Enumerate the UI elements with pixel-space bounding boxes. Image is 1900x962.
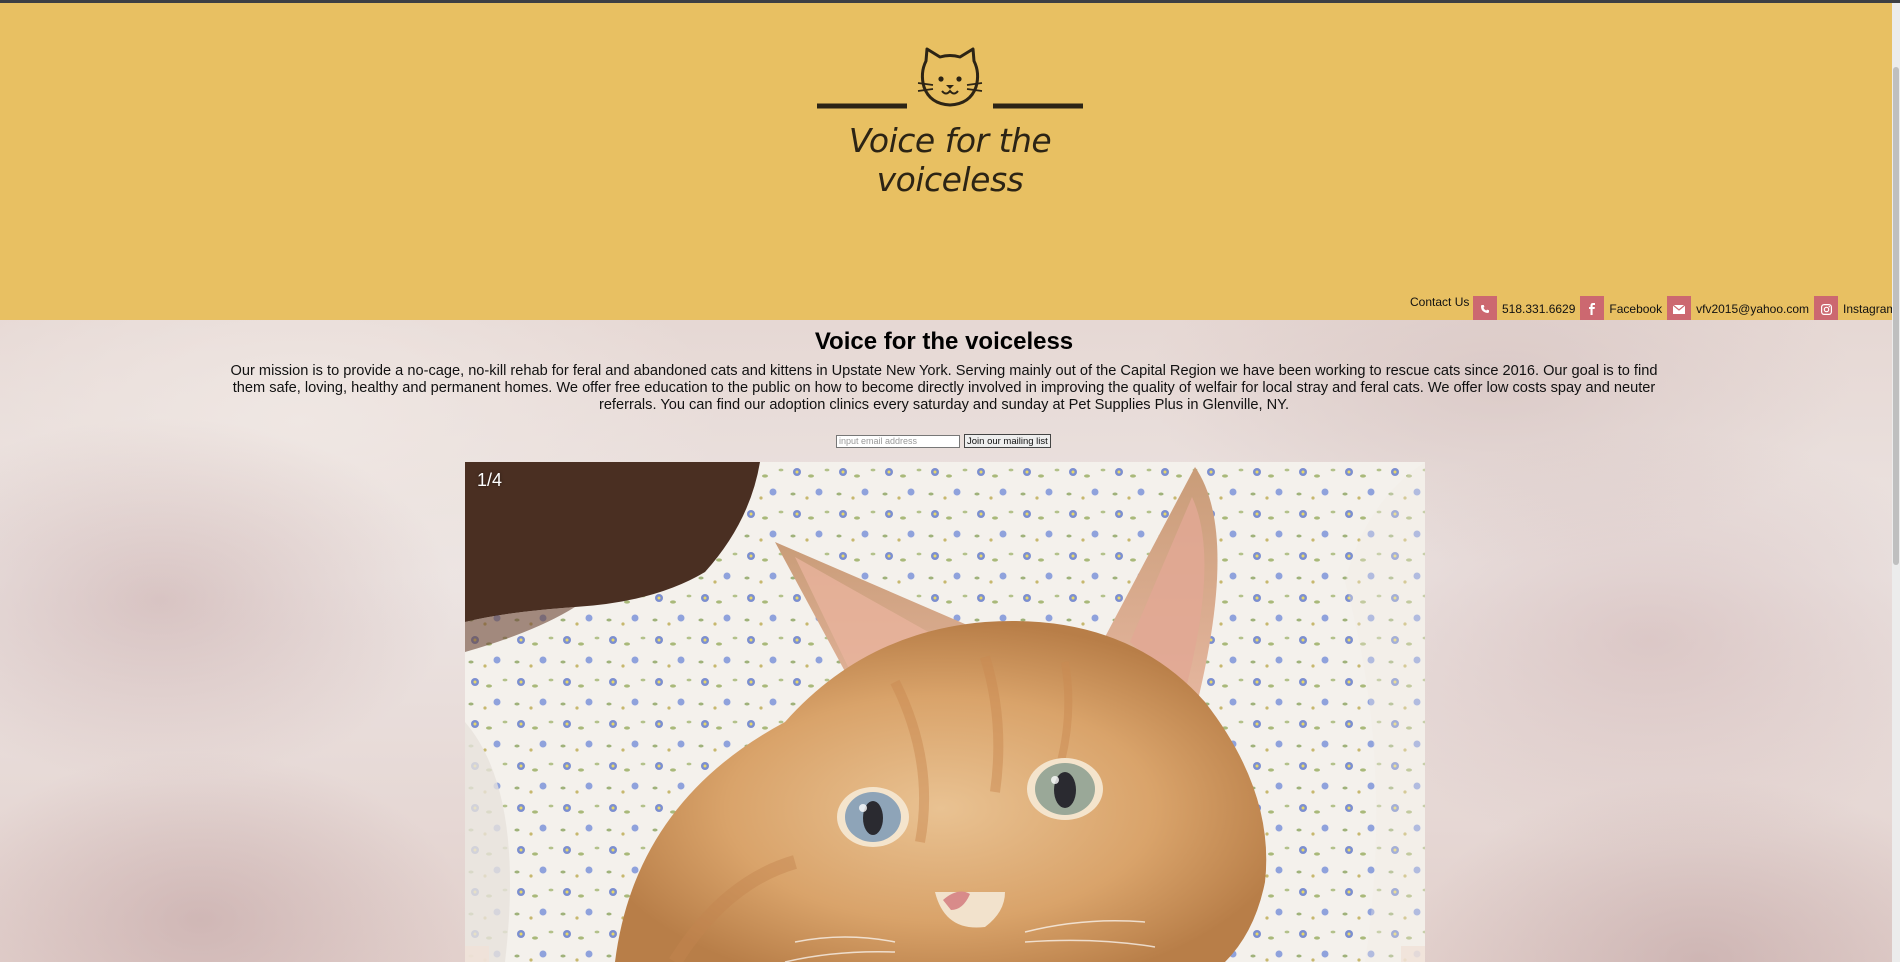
- logo-text: Voice for the voiceless: [848, 121, 1052, 199]
- cat-logo-icon: [817, 47, 1083, 109]
- contact-us-label: Contact Us: [1410, 295, 1470, 309]
- scrollbar-thumb[interactable]: [1893, 67, 1899, 565]
- email-input[interactable]: [836, 434, 960, 448]
- kitten-slideshow[interactable]: 1/4: [465, 462, 1425, 962]
- email-link[interactable]: vfv2015@yahoo.com: [1696, 302, 1809, 316]
- page-scrollbar[interactable]: [1892, 3, 1900, 962]
- page-title: Voice for the voiceless: [814, 328, 1074, 355]
- mail-icon[interactable]: [1667, 296, 1692, 322]
- facebook-icon[interactable]: [1580, 296, 1605, 322]
- kitten-photo: [465, 462, 1425, 962]
- phone-number[interactable]: 518.331.6629: [1502, 302, 1575, 316]
- main-content: Voice for the voiceless Our mission is t…: [0, 320, 1900, 962]
- instagram-link[interactable]: Instagram: [1843, 302, 1896, 316]
- contact-bar: 518.331.6629 Facebook vfv2015@yahoo.com …: [1473, 296, 1900, 322]
- instagram-icon[interactable]: [1814, 296, 1839, 322]
- previous-slide-button[interactable]: [465, 946, 489, 962]
- site-logo[interactable]: Voice for the voiceless: [780, 43, 1140, 199]
- join-mailing-list-button[interactable]: Join our mailing list: [964, 434, 1051, 448]
- phone-icon[interactable]: [1473, 296, 1497, 322]
- mission-statement: Our mission is to provide a no-cage, no-…: [230, 363, 1658, 413]
- facebook-link[interactable]: Facebook: [1609, 302, 1662, 316]
- mailing-list-form: Join our mailing list: [836, 434, 1051, 448]
- site-header: Voice for the voiceless Contact Us 518.3…: [0, 3, 1900, 322]
- next-slide-button[interactable]: [1401, 946, 1425, 962]
- slide-counter: 1/4: [477, 470, 503, 490]
